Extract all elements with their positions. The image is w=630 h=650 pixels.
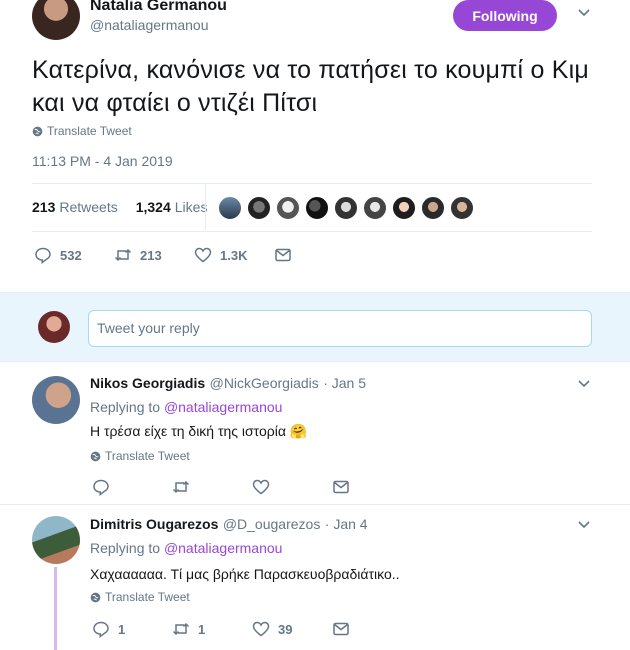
reply-avatar[interactable] — [32, 516, 80, 564]
liker-avatar[interactable] — [276, 196, 300, 220]
reply-action[interactable]: 532 — [34, 246, 82, 264]
reply-icon — [35, 247, 51, 264]
direct-message-action[interactable] — [332, 478, 350, 496]
retweet-count: 213 — [140, 247, 162, 263]
translate-tweet-label: Translate Tweet — [105, 590, 190, 604]
reply-date[interactable]: · Jan 5 — [323, 375, 366, 391]
retweet-icon — [172, 622, 190, 636]
liker-avatar[interactable] — [218, 196, 242, 220]
liker-avatar[interactable] — [450, 196, 474, 220]
globe-icon — [90, 592, 101, 602]
retweets-count[interactable]: 213 — [32, 199, 55, 215]
reply-icon — [93, 621, 109, 638]
translate-tweet-label: Translate Tweet — [47, 124, 132, 138]
reply-action[interactable]: 1 — [92, 620, 125, 638]
like-action[interactable] — [252, 478, 270, 496]
tweet-stats: 213 Retweets 1,324 Likes — [32, 199, 207, 215]
chevron-down-icon[interactable] — [577, 377, 591, 391]
liker-avatar[interactable] — [392, 196, 416, 220]
reply-author-name[interactable]: Dimitris Ougarezos — [90, 516, 218, 532]
reply-author-name[interactable]: Nikos Georgiadis — [90, 375, 205, 391]
reply-avatar[interactable] — [32, 376, 80, 424]
reply-author-handle[interactable]: @NickGeorgiadis — [210, 375, 319, 391]
translate-tweet-link[interactable]: Translate Tweet — [90, 449, 190, 463]
like-count: 39 — [278, 621, 293, 637]
globe-icon — [90, 451, 101, 461]
envelope-icon — [333, 622, 349, 636]
direct-message-action[interactable] — [332, 620, 350, 638]
envelope-icon — [333, 480, 349, 494]
reply-action[interactable] — [92, 478, 110, 496]
divider — [32, 183, 592, 184]
liker-avatar[interactable] — [247, 196, 271, 220]
liker-avatar[interactable] — [363, 196, 387, 220]
envelope-icon — [275, 248, 291, 262]
retweet-action[interactable]: 213 — [114, 246, 162, 264]
likes-label[interactable]: Likes — [175, 199, 208, 215]
heart-icon — [194, 247, 212, 263]
liker-avatar[interactable] — [334, 196, 358, 220]
reply-tweet[interactable]: Dimitris Ougarezos @D_ougarezos · Jan 4 … — [0, 505, 630, 650]
reply-text: Η τρέσα είχε τη δική της ιστορία 🤗 — [90, 423, 308, 439]
author-name[interactable]: Natalia Germanou — [90, 0, 227, 15]
chevron-down-icon[interactable] — [577, 6, 591, 20]
reply-count: 1 — [118, 621, 126, 637]
retweet-icon — [172, 480, 190, 494]
divider — [32, 231, 592, 232]
tweet-timestamp[interactable]: 11:13 PM - 4 Jan 2019 — [32, 153, 173, 169]
replying-to-mention[interactable]: @nataliagermanou — [164, 399, 283, 415]
retweet-action[interactable] — [172, 478, 190, 496]
user-avatar[interactable] — [38, 311, 70, 343]
retweet-action[interactable]: 1 — [172, 620, 205, 638]
reply-header: Nikos Georgiadis @NickGeorgiadis · Jan 5 — [90, 375, 366, 393]
author-handle[interactable]: @nataliagermanou — [90, 17, 209, 33]
heart-icon — [252, 621, 270, 637]
liker-avatar[interactable] — [305, 196, 329, 220]
reply-count: 532 — [60, 247, 82, 263]
like-action[interactable]: 39 — [252, 620, 292, 638]
translate-tweet-link[interactable]: Translate Tweet — [32, 124, 132, 138]
heart-icon — [252, 479, 270, 495]
replying-to-mention[interactable]: @nataliagermanou — [164, 540, 283, 556]
following-button[interactable]: Following — [453, 0, 557, 31]
replying-to: Replying to @nataliagermanou — [90, 540, 282, 556]
direct-message-action[interactable] — [274, 246, 292, 264]
reply-header: Dimitris Ougarezos @D_ougarezos · Jan 4 — [90, 516, 368, 534]
retweet-icon — [114, 248, 132, 262]
tweet-text: Κατερίνα, κανόνισε να το πατήσει το κουμ… — [32, 56, 589, 117]
author-avatar[interactable] — [32, 0, 80, 40]
reply-text: Χαχαααααα. Τί μας βρήκε Παρασκευοβραδιάτ… — [90, 566, 400, 582]
liker-avatar[interactable] — [421, 196, 445, 220]
chevron-down-icon[interactable] — [577, 518, 591, 532]
retweets-label[interactable]: Retweets — [59, 199, 117, 215]
reply-date[interactable]: · Jan 4 — [325, 516, 368, 532]
replying-to: Replying to @nataliagermanou — [90, 399, 282, 415]
retweet-count: 1 — [198, 621, 206, 637]
reply-icon — [93, 479, 109, 496]
stats-separator — [205, 184, 206, 230]
globe-icon — [32, 126, 43, 136]
like-count: 1.3K — [220, 247, 248, 263]
reply-author-handle[interactable]: @D_ougarezos — [223, 516, 321, 532]
thread-line — [54, 567, 57, 650]
reply-input[interactable]: Tweet your reply — [88, 310, 592, 347]
replying-to-label: Replying to — [90, 399, 161, 415]
reply-tweet[interactable]: Nikos Georgiadis @NickGeorgiadis · Jan 5… — [0, 362, 630, 504]
translate-tweet-link[interactable]: Translate Tweet — [90, 590, 190, 604]
replying-to-label: Replying to — [90, 540, 161, 556]
translate-tweet-label: Translate Tweet — [105, 449, 190, 463]
like-action[interactable]: 1.3K — [194, 246, 247, 264]
likes-count[interactable]: 1,324 — [136, 199, 171, 215]
